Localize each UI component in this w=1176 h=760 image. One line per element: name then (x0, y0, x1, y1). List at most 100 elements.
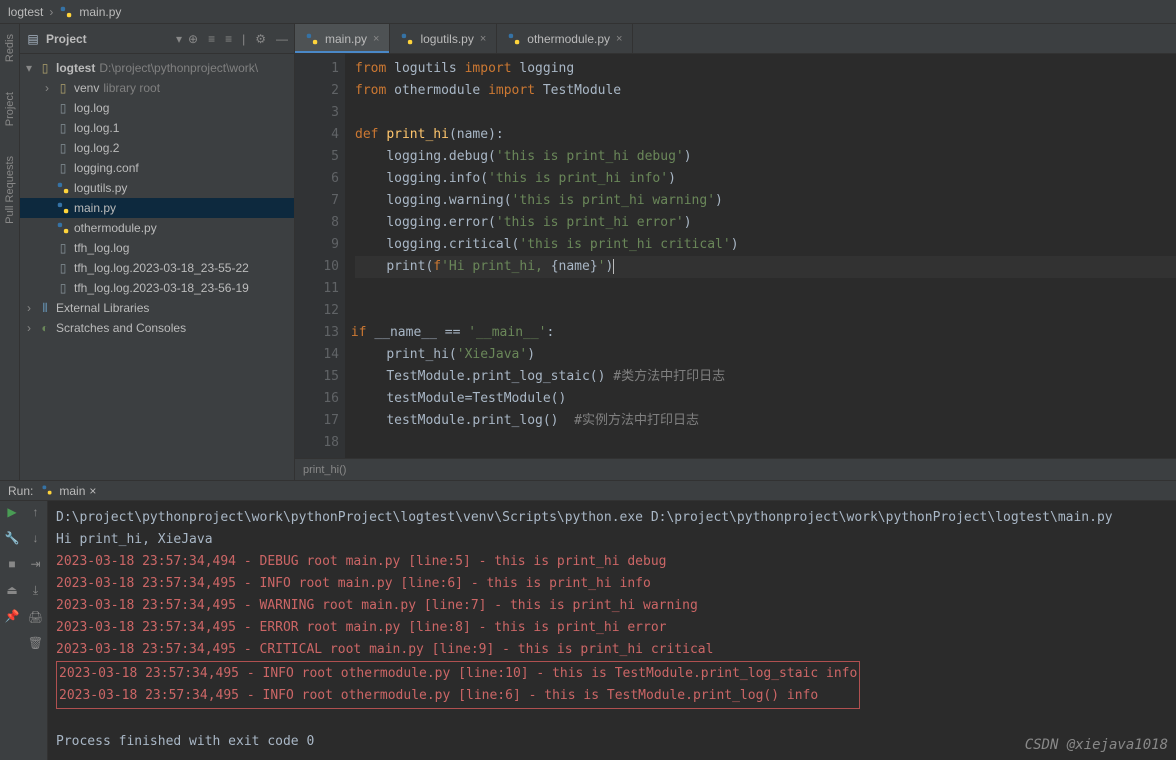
chevron-down-icon[interactable]: ▾ (24, 61, 34, 75)
stop-icon[interactable]: ■ (8, 557, 15, 571)
gear-icon[interactable]: ⚙ (255, 32, 266, 46)
tree-file-label: log.log.1 (74, 121, 119, 135)
tab-label: logutils.py (420, 32, 473, 46)
tree-file[interactable]: ▯log.log (20, 98, 294, 118)
tree-file-label: log.log.2 (74, 141, 119, 155)
tree-venv-label: venv (74, 81, 99, 95)
run-header: Run: main × (0, 481, 1176, 501)
file-icon: ▯ (56, 241, 70, 255)
tree-root-label: logtest (56, 61, 95, 75)
python-file-icon (56, 181, 70, 195)
tree-root-path: D:\project\pythonproject\work\ (99, 61, 258, 75)
project-tree[interactable]: ▾ ▯ logtest D:\project\pythonproject\wor… (20, 54, 294, 480)
run-icon[interactable]: ▶ (7, 505, 16, 519)
trash-icon[interactable]: 🗑 (28, 636, 43, 650)
console-line: 2023-03-18 23:57:34,495 - ERROR root mai… (56, 617, 1168, 639)
close-icon[interactable]: × (89, 484, 96, 498)
python-file-icon (400, 32, 414, 46)
run-panel: Run: main × ▶ 🔧 ■ ⏏ 📌 ↑ ↓ ⇥ ⤓ 🖨 🗑 D:\pro… (0, 480, 1176, 760)
hide-icon[interactable]: — (276, 32, 288, 46)
tab-label: main.py (325, 32, 367, 46)
tree-scratches-label: Scratches and Consoles (56, 321, 186, 335)
editor-body: 123456789101112131415161718 from logutil… (295, 54, 1176, 458)
run-tab[interactable]: main × (41, 484, 96, 498)
context-text: print_hi() (303, 464, 346, 476)
file-icon: ▯ (56, 161, 70, 175)
tree-external-libs[interactable]: › ⫴ External Libraries (20, 298, 294, 318)
select-opened-icon[interactable]: ⊕ (188, 32, 198, 46)
tree-file[interactable]: othermodule.py (20, 218, 294, 238)
tree-file[interactable]: ▯tfh_log.log.2023-03-18_23-56-19 (20, 278, 294, 298)
editor-tab[interactable]: othermodule.py × (497, 24, 633, 53)
close-icon[interactable]: × (480, 33, 486, 45)
line-gutter[interactable]: 123456789101112131415161718 (295, 54, 345, 458)
close-icon[interactable]: × (373, 33, 379, 45)
tree-file-label: tfh_log.log.2023-03-18_23-55-22 (74, 261, 249, 275)
print-icon[interactable]: 🖨 (28, 610, 43, 624)
wrench-icon[interactable]: 🔧 (5, 531, 20, 545)
libraries-icon: ⫴ (38, 301, 52, 316)
tree-file[interactable]: ▯ tfh_log.log (20, 238, 294, 258)
project-view-icon[interactable]: ▤ (26, 32, 40, 46)
editor-tab[interactable]: logutils.py × (390, 24, 497, 53)
run-tools-left: ▶ 🔧 ■ ⏏ 📌 (0, 501, 24, 760)
tree-venv[interactable]: › ▯ venv library root (20, 78, 294, 98)
tree-file-label: log.log (74, 101, 109, 115)
breadcrumb-file[interactable]: main.py (79, 5, 121, 19)
tree-file[interactable]: main.py (20, 198, 294, 218)
scroll-icon[interactable]: ⤓ (33, 583, 38, 598)
console-line (56, 709, 1168, 731)
breadcrumb: logtest › main.py (0, 0, 1176, 24)
folder-icon: ▯ (38, 61, 52, 75)
tree-root[interactable]: ▾ ▯ logtest D:\project\pythonproject\wor… (20, 58, 294, 78)
up-icon[interactable]: ↑ (33, 505, 39, 519)
project-title[interactable]: Project (46, 32, 170, 46)
tree-file[interactable]: ▯ tfh_log.log.2023-03-18_23-55-22 (20, 258, 294, 278)
editor-context-bar: print_hi() (295, 458, 1176, 480)
python-file-icon (56, 201, 70, 215)
chevron-right-icon[interactable]: › (24, 321, 34, 335)
tree-file-label: logging.conf (74, 161, 139, 175)
divider: | (242, 32, 245, 46)
file-icon: ▯ (56, 261, 70, 275)
chevron-right-icon[interactable]: › (42, 81, 52, 95)
file-icon: ▯ (56, 141, 70, 155)
breadcrumb-root[interactable]: logtest (8, 5, 43, 19)
tree-file-label: main.py (74, 201, 116, 215)
folder-icon: ▯ (56, 81, 70, 95)
run-tools-inner: ↑ ↓ ⇥ ⤓ 🖨 🗑 (24, 501, 48, 760)
exit-icon[interactable]: ⏏ (6, 583, 17, 597)
project-header: ▤ Project ▾ ⊕ ≡ ≡ | ⚙ — (20, 24, 294, 54)
editor-tab[interactable]: main.py × (295, 24, 390, 53)
tree-file[interactable]: ▯ log.log.2 (20, 138, 294, 158)
down-icon[interactable]: ↓ (33, 531, 39, 545)
tree-file-label: tfh_log.log (74, 241, 129, 255)
code-editor[interactable]: from logutils import loggingfrom othermo… (345, 54, 1176, 458)
collapse-all-icon[interactable]: ≡ (225, 32, 232, 46)
tree-file[interactable]: ▯log.log.1 (20, 118, 294, 138)
run-console[interactable]: D:\project\pythonproject\work\pythonProj… (48, 501, 1176, 760)
dropdown-icon[interactable]: ▾ (176, 32, 182, 46)
sidebar-tab-pull-requests[interactable]: Pull Requests (4, 156, 16, 224)
python-file-icon (56, 221, 70, 235)
console-line: 2023-03-18 23:57:34,495 - INFO root othe… (59, 685, 857, 707)
sidebar-tab-project[interactable]: Project (4, 92, 16, 126)
file-icon: ▯ (56, 281, 70, 295)
tree-file-label: logutils.py (74, 181, 127, 195)
close-icon[interactable]: × (616, 33, 622, 45)
console-line: D:\project\pythonproject\work\pythonProj… (56, 507, 1168, 529)
expand-all-icon[interactable]: ≡ (208, 32, 215, 46)
python-file-icon (59, 5, 73, 19)
pin-icon[interactable]: 📌 (5, 609, 20, 623)
chevron-right-icon[interactable]: › (24, 301, 34, 315)
console-line: 2023-03-18 23:57:34,495 - CRITICAL root … (56, 639, 1168, 661)
soft-wrap-icon[interactable]: ⇥ (30, 557, 40, 571)
tree-scratches[interactable]: › ◐ Scratches and Consoles (20, 318, 294, 338)
console-line: 2023-03-18 23:57:34,495 - INFO root main… (56, 573, 1168, 595)
tree-file[interactable]: ▯ logging.conf (20, 158, 294, 178)
left-tool-strip: Redis Project Pull Requests (0, 24, 20, 480)
sidebar-tab-redis[interactable]: Redis (4, 34, 16, 62)
console-line: 2023-03-18 23:57:34,495 - WARNING root m… (56, 595, 1168, 617)
tab-label: othermodule.py (527, 32, 610, 46)
tree-file[interactable]: logutils.py (20, 178, 294, 198)
